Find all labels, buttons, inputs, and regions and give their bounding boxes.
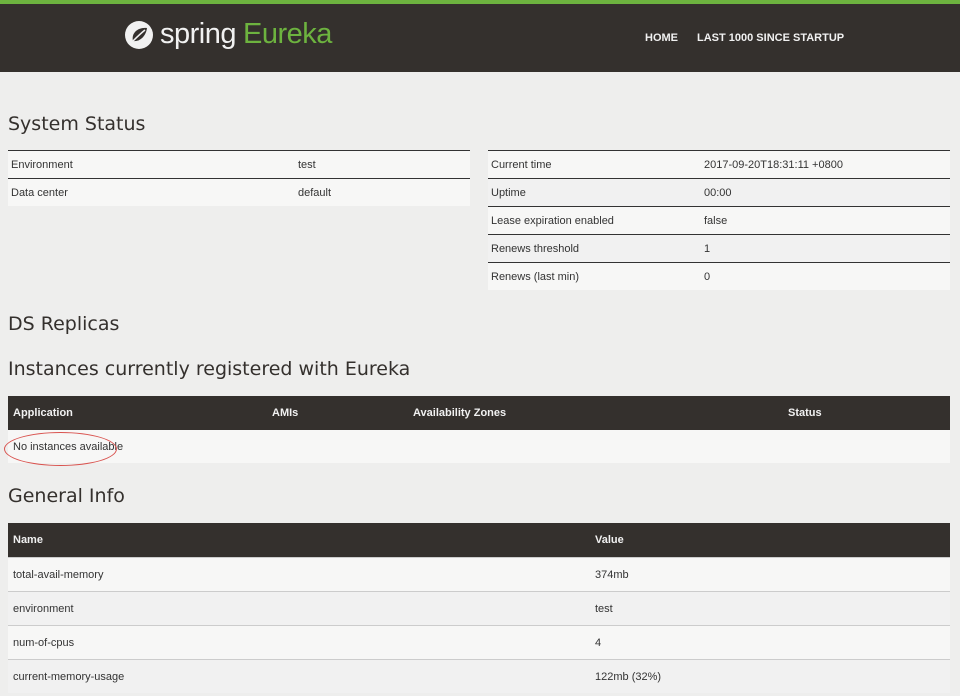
current-time-value: 2017-09-20T18:31:11 +0800: [701, 150, 950, 179]
renews-threshold-key: Renews threshold: [488, 234, 701, 263]
uptime-key: Uptime: [488, 178, 701, 207]
table-row: No instances available: [8, 430, 950, 463]
col-availability-zones[interactable]: Availability Zones: [408, 396, 783, 430]
general-info-title: General Info: [8, 485, 125, 507]
table-row: Renews (last min) 0: [488, 262, 950, 290]
info-name: num-of-cpus: [8, 625, 590, 660]
table-row: Renews threshold 1: [488, 234, 950, 263]
system-status-title: System Status: [8, 113, 146, 135]
info-value: test: [590, 591, 950, 626]
spring-eureka-logo[interactable]: spring Eureka: [124, 18, 332, 51]
table-row: Uptime 00:00: [488, 178, 950, 207]
table-header-row: Application AMIs Availability Zones Stat…: [8, 396, 950, 430]
table-row: Lease expiration enabled false: [488, 206, 950, 235]
table-row: Current time 2017-09-20T18:31:11 +0800: [488, 150, 950, 179]
lease-value: false: [701, 206, 950, 235]
info-name: environment: [8, 591, 590, 626]
col-status[interactable]: Status: [783, 396, 950, 430]
nav-home-link[interactable]: HOME: [645, 32, 678, 44]
logo-spring-text: spring: [160, 18, 237, 50]
table-row: total-avail-memory 374mb: [8, 557, 950, 592]
renews-lastmin-value: 0: [701, 262, 950, 290]
logo-eureka-text: Eureka: [243, 18, 332, 50]
info-value: 4: [590, 625, 950, 660]
table-row: Environment test: [8, 150, 470, 179]
env-value: test: [295, 150, 470, 179]
navbar: spring Eureka HOME LAST 1000 SINCE START…: [0, 4, 960, 72]
instances-table: Application AMIs Availability Zones Stat…: [8, 396, 950, 463]
col-application[interactable]: Application: [8, 396, 267, 430]
uptime-value: 00:00: [701, 178, 950, 207]
col-amis[interactable]: AMIs: [267, 396, 408, 430]
info-name: current-memory-usage: [8, 659, 590, 693]
table-row: environment test: [8, 591, 950, 626]
general-info-table: Name Value total-avail-memory 374mb envi…: [8, 523, 950, 693]
spring-leaf-icon: [125, 20, 153, 49]
datacenter-value: default: [295, 178, 470, 206]
col-value[interactable]: Value: [590, 523, 950, 558]
current-time-key: Current time: [488, 150, 701, 179]
datacenter-key: Data center: [8, 178, 295, 206]
nav-last1000-link[interactable]: LAST 1000 SINCE STARTUP: [697, 32, 844, 44]
no-instances-text: No instances available: [8, 430, 950, 463]
renews-lastmin-key: Renews (last min): [488, 262, 701, 290]
table-row: num-of-cpus 4: [8, 625, 950, 660]
instances-title: Instances currently registered with Eure…: [8, 358, 411, 380]
annotation-circle: [4, 432, 117, 466]
system-status-right-table: Current time 2017-09-20T18:31:11 +0800 U…: [488, 150, 950, 290]
info-name: total-avail-memory: [8, 557, 590, 592]
table-row: Data center default: [8, 178, 470, 206]
env-key: Environment: [8, 150, 295, 179]
renews-threshold-value: 1: [701, 234, 950, 263]
table-row: current-memory-usage 122mb (32%): [8, 659, 950, 693]
ds-replicas-title: DS Replicas: [8, 313, 120, 335]
lease-key: Lease expiration enabled: [488, 206, 701, 235]
col-name[interactable]: Name: [8, 523, 590, 558]
info-value: 374mb: [590, 557, 950, 592]
info-value: 122mb (32%): [590, 659, 950, 693]
system-status-left-table: Environment test Data center default: [8, 150, 470, 206]
table-header-row: Name Value: [8, 523, 950, 558]
